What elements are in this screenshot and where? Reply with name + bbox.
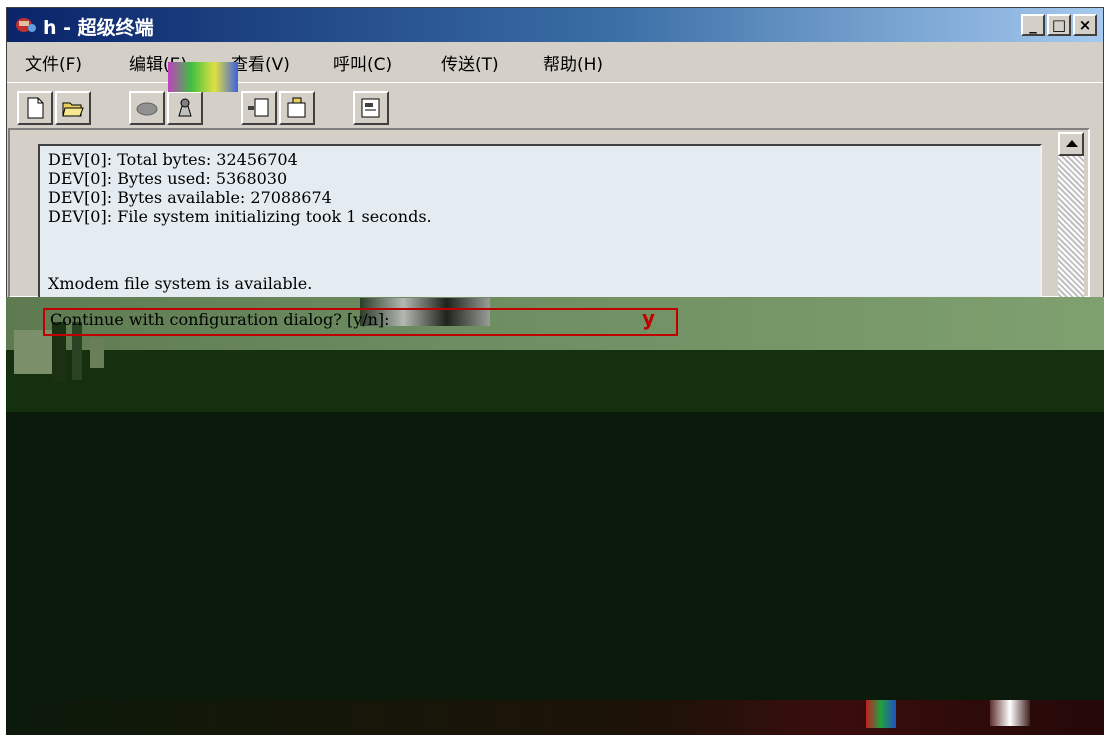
user-answer: y <box>642 306 656 330</box>
minimize-button[interactable]: _ <box>1021 14 1045 36</box>
menu-view[interactable]: 查看(V) <box>231 50 290 75</box>
terminal-frame: DEV[0]: Total bytes: 32456704 DEV[0]: By… <box>8 128 1090 304</box>
disconnect-button[interactable] <box>167 91 203 125</box>
corrupted-bottom-strip <box>6 700 1104 735</box>
menu-call[interactable]: 呼叫(C) <box>333 50 392 75</box>
connect-icon <box>136 102 158 116</box>
terminal-line: DEV[0]: Bytes available: 27088674 <box>48 188 332 207</box>
glitch-block <box>14 330 52 374</box>
receive-icon <box>287 97 306 118</box>
new-icon <box>27 97 44 119</box>
close-button[interactable]: × <box>1073 14 1097 36</box>
menu-help[interactable]: 帮助(H) <box>543 50 603 75</box>
open-button[interactable] <box>55 91 91 125</box>
terminal-line: Xmodem file system is available. <box>48 274 313 293</box>
terminal-output[interactable]: DEV[0]: Total bytes: 32456704 DEV[0]: By… <box>38 144 1042 304</box>
terminal-line: DEV[0]: Total bytes: 32456704 <box>48 150 298 169</box>
properties-icon <box>361 98 380 118</box>
menu-file[interactable]: 文件(F) <box>25 50 82 75</box>
corrupted-dark-band <box>6 350 1104 412</box>
terminal-line: DEV[0]: File system initializing took 1 … <box>48 207 432 226</box>
window-title: h - 超级终端 <box>43 17 154 39</box>
title-bar[interactable]: h - 超级终端 _ □ × <box>7 8 1103 42</box>
glitch-block <box>90 338 104 368</box>
open-icon <box>62 102 84 117</box>
properties-button[interactable] <box>353 91 389 125</box>
new-button[interactable] <box>17 91 53 125</box>
menu-transfer[interactable]: 传送(T) <box>441 50 499 75</box>
terminal-line: DEV[0]: Bytes used: 5368030 <box>48 169 288 188</box>
hyperterminal-app-icon <box>16 18 36 32</box>
glitch-block <box>168 62 238 92</box>
maximize-button[interactable]: □ <box>1047 14 1071 36</box>
glitch-block <box>866 700 896 728</box>
send-button[interactable] <box>241 91 277 125</box>
configuration-prompt: Continue with configuration dialog? [y/n… <box>50 310 390 329</box>
vertical-scrollbar[interactable] <box>1058 132 1084 298</box>
receive-button[interactable] <box>279 91 315 125</box>
disconnect-icon <box>178 98 192 117</box>
scroll-up-button[interactable] <box>1058 132 1084 156</box>
connect-button[interactable] <box>129 91 165 125</box>
glitch-block <box>990 700 1030 726</box>
send-icon <box>248 98 269 117</box>
